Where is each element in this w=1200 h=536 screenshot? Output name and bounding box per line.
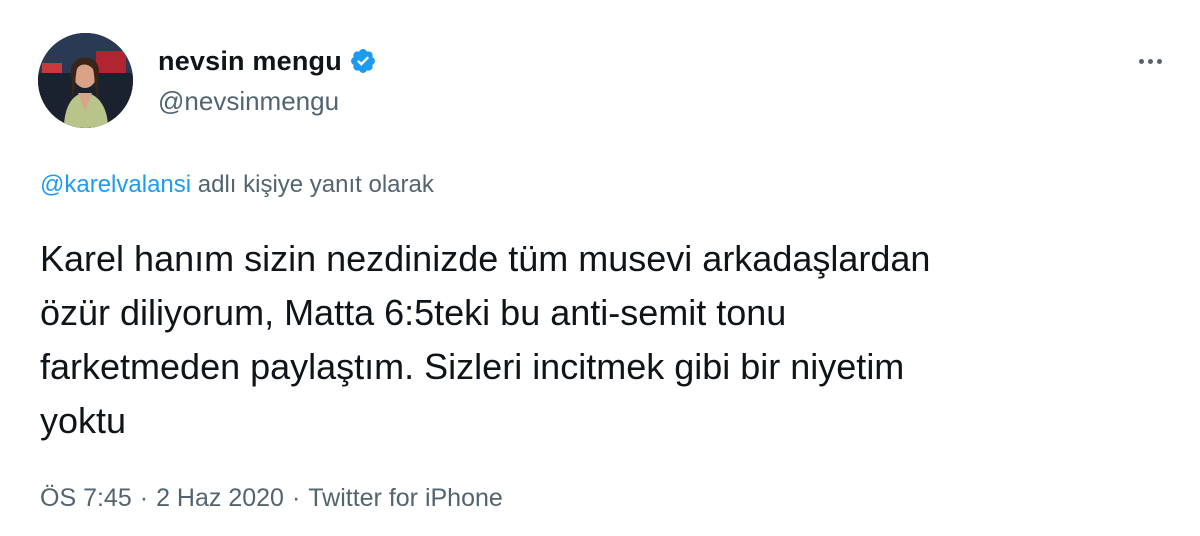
author-display-name[interactable]: nevsin mengu <box>158 45 342 77</box>
tweet-card: nevsin mengu @nevsinmengu @karelvalansi … <box>0 0 1200 536</box>
avatar[interactable] <box>38 33 133 128</box>
more-horizontal-icon-dot <box>1156 58 1162 64</box>
more-horizontal-icon <box>1138 58 1144 64</box>
avatar-image <box>38 33 133 128</box>
more-horizontal-icon-dot <box>1147 58 1153 64</box>
reply-context-text: adlı kişiye yanıt olarak <box>191 171 434 198</box>
tweet-date[interactable]: 2 Haz 2020 <box>156 483 284 513</box>
tweet-source-link[interactable]: Twitter for iPhone <box>308 483 503 513</box>
verified-badge-icon <box>349 47 377 75</box>
tweet-meta: ÖS 7:45 · 2 Haz 2020 · Twitter for iPhon… <box>40 483 503 513</box>
meta-separator: · <box>139 484 149 512</box>
reply-context: @karelvalansi adlı kişiye yanıt olarak <box>40 171 434 199</box>
author-handle[interactable]: @nevsinmengu <box>158 86 339 116</box>
tweet-time[interactable]: ÖS 7:45 <box>40 483 132 513</box>
reply-mention-link[interactable]: @karelvalansi <box>40 171 191 198</box>
meta-separator: · <box>291 484 301 512</box>
more-options-button[interactable] <box>1130 46 1170 76</box>
author-name-row[interactable]: nevsin mengu <box>158 45 377 77</box>
tweet-text: Karel hanım sizin nezdinizde tüm musevi … <box>40 238 931 441</box>
